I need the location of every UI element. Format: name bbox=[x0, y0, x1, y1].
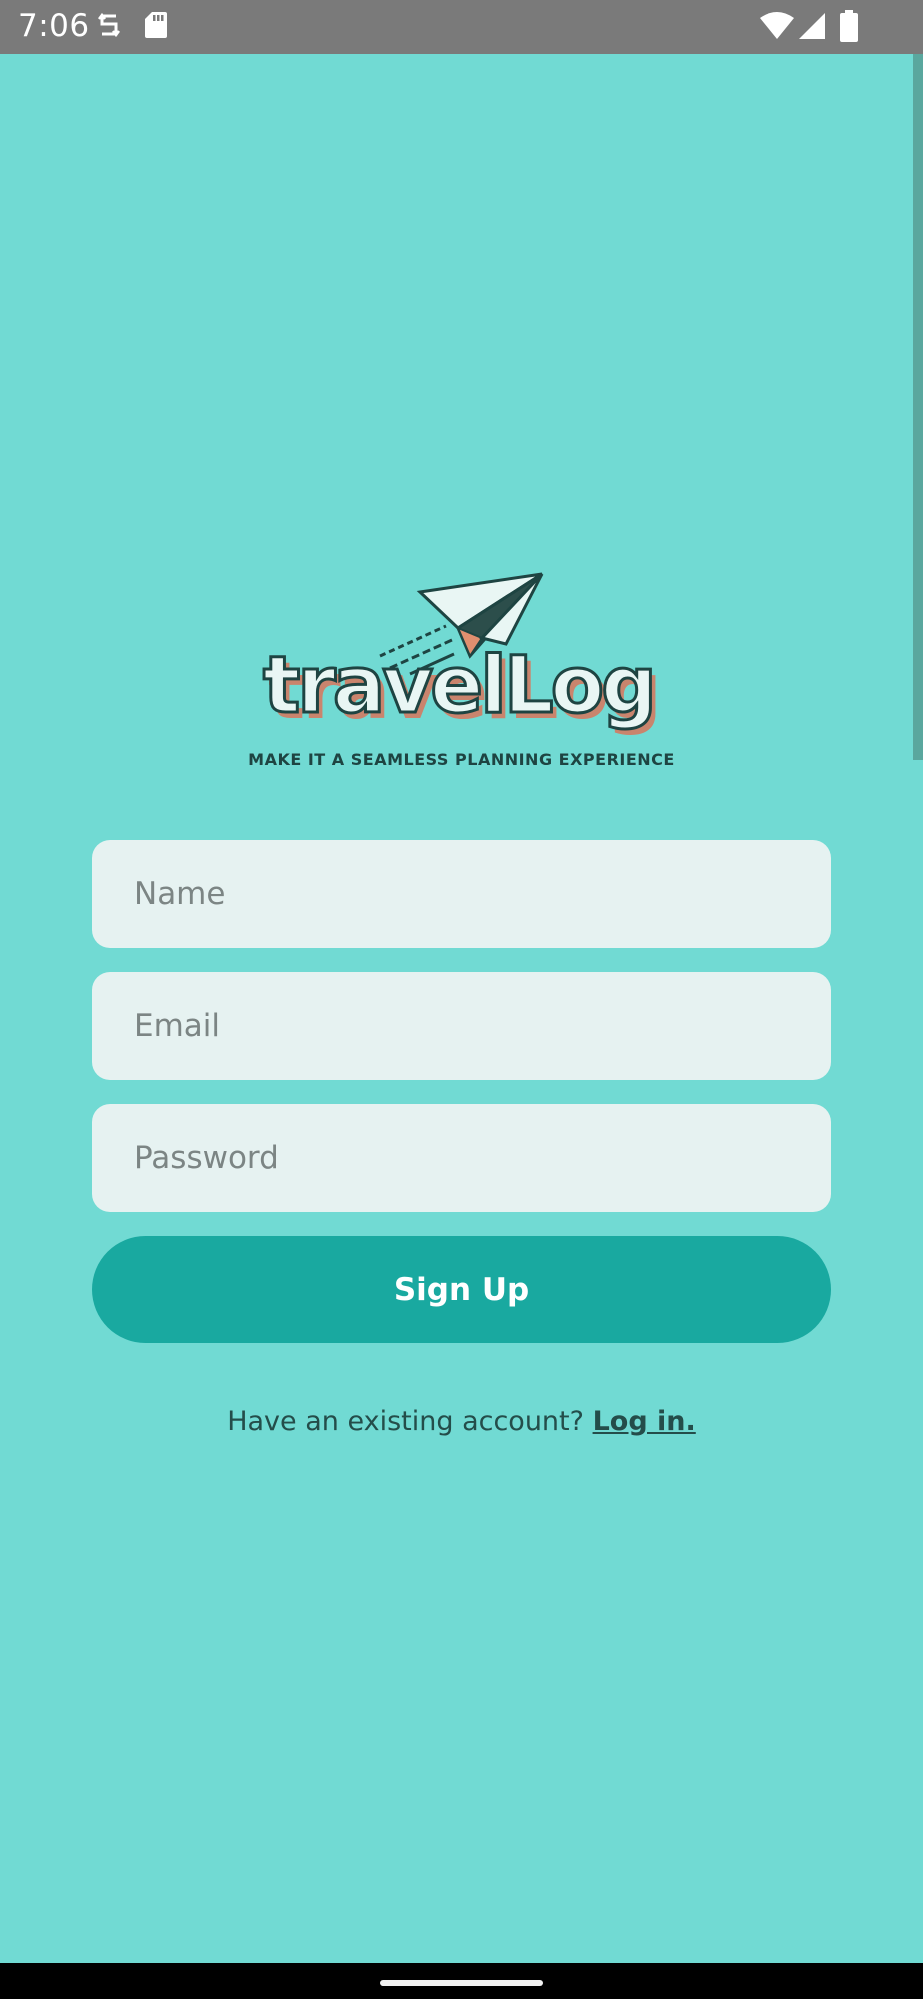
sign-up-button[interactable]: Sign Up bbox=[92, 1236, 831, 1343]
login-prompt-text: Have an existing account? bbox=[227, 1406, 584, 1437]
email-field[interactable] bbox=[92, 972, 831, 1080]
app-logo: travelLog travelLog bbox=[250, 566, 670, 738]
scrollbar[interactable] bbox=[913, 54, 923, 760]
signup-screen: 7:06 travelLog travelLog MAKE IT A SEAML… bbox=[0, 0, 923, 1999]
wordmark-logo: travelLog travelLog bbox=[262, 640, 663, 738]
login-link[interactable]: Log in. bbox=[593, 1406, 696, 1437]
sd-card-icon bbox=[144, 10, 168, 44]
name-field[interactable] bbox=[92, 840, 831, 948]
tagline: MAKE IT A SEAMLESS PLANNING EXPERIENCE bbox=[248, 750, 675, 769]
wifi-icon bbox=[760, 12, 794, 44]
password-field[interactable] bbox=[92, 1104, 831, 1212]
navigation-bar bbox=[0, 1963, 923, 1999]
signal-icon bbox=[798, 12, 826, 44]
svg-text:travelLog: travelLog bbox=[263, 641, 654, 731]
sync-icon bbox=[96, 10, 122, 46]
battery-icon bbox=[840, 10, 858, 46]
status-bar: 7:06 bbox=[0, 0, 923, 54]
home-gesture-handle[interactable] bbox=[380, 1980, 543, 1986]
status-time: 7:06 bbox=[18, 8, 90, 44]
login-prompt: Have an existing account? Log in. bbox=[0, 1406, 923, 1437]
